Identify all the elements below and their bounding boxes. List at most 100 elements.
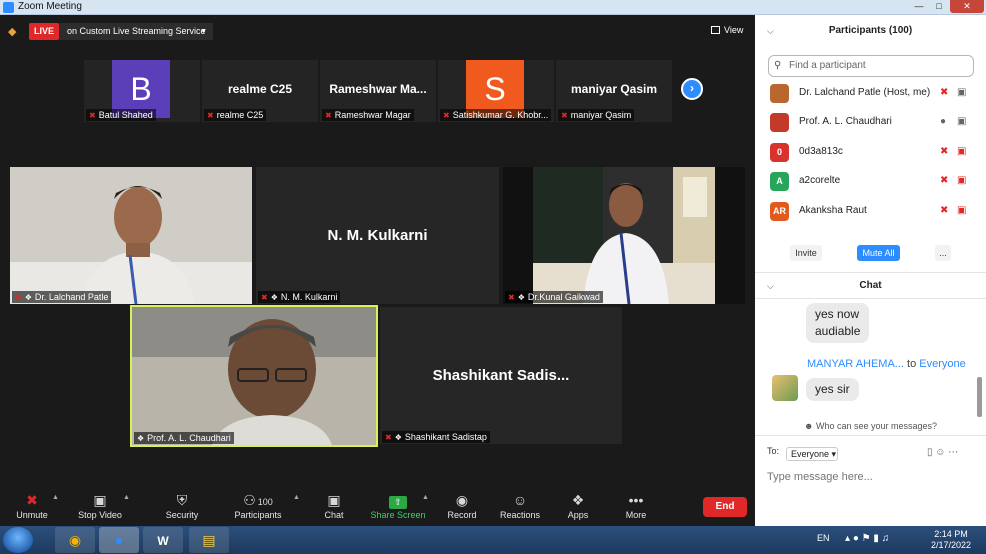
emoji-icon[interactable]: ☺: [935, 447, 945, 458]
taskbar-chrome[interactable]: ◉: [55, 527, 95, 553]
filmstrip-tile[interactable]: realme C25 ✖ realme C25: [202, 60, 318, 122]
chat-message-line: yes now: [815, 307, 860, 321]
taskbar-word[interactable]: W: [143, 527, 183, 553]
mic-muted-icon[interactable]: ✖: [940, 175, 948, 186]
share-screen-button[interactable]: ⇧ Share Screen: [368, 490, 428, 520]
video-options-caret-icon[interactable]: ▲: [123, 494, 130, 501]
video-tile[interactable]: ✖ ❖ Dr. Lalchand Patle: [10, 167, 252, 304]
flag-icon[interactable]: ⚑: [862, 533, 871, 544]
avatar: A: [770, 172, 789, 191]
filmstrip-tile[interactable]: Rameshwar Ma... ✖ Rameshwar Magar: [320, 60, 436, 122]
participants-icon: ⚇ 100: [243, 492, 273, 508]
chat-to-word: to: [907, 358, 917, 370]
chat-scrollbar[interactable]: [977, 377, 982, 417]
tray-up-icon[interactable]: ▴: [845, 533, 850, 544]
taskbar-explorer[interactable]: ▤: [189, 527, 229, 553]
file-icon[interactable]: ▯: [927, 447, 933, 458]
participant-row[interactable]: 0 0d3a813c ✖ ▣: [755, 139, 986, 167]
filmstrip-tile[interactable]: S ✖ Satishkumar G. Khobr...: [438, 60, 554, 122]
video-on-icon[interactable]: ▣: [957, 87, 966, 98]
chat-tools: ▯ ☺ ⋯: [927, 447, 958, 458]
encryption-shield-icon[interactable]: ◆: [8, 25, 19, 38]
participant-label: ✖ ❖ Dr.Kunal Gaikwad: [505, 291, 603, 303]
mic-muted-icon[interactable]: ✖: [940, 87, 948, 98]
participant-row[interactable]: Dr. Lalchand Patle (Host, me) ✖ ▣: [755, 80, 986, 108]
filmstrip-tile[interactable]: maniyar Qasim ✖ maniyar Qasim: [556, 60, 672, 122]
participant-label: ✖ ❖ Shashikant Sadistap: [382, 431, 490, 443]
minimize-button[interactable]: —: [910, 0, 928, 13]
video-tile[interactable]: ✖ ❖ Dr.Kunal Gaikwad: [503, 167, 745, 304]
language-indicator[interactable]: EN: [817, 533, 830, 543]
participant-row[interactable]: Prof. A. L. Chaudhari ● ▣: [755, 109, 986, 137]
maximize-button[interactable]: □: [930, 0, 948, 13]
zoom-icon: ●: [114, 532, 124, 548]
video-frame-drawing: [10, 167, 252, 304]
end-meeting-button[interactable]: End: [703, 497, 747, 517]
chat-message-line: audiable: [815, 324, 861, 338]
security-button[interactable]: ⛨ Security: [152, 490, 212, 520]
participants-options-caret-icon[interactable]: ▲: [293, 494, 300, 501]
start-button[interactable]: [3, 527, 33, 553]
participant-label: ❖ Prof. A. L. Chaudhari: [134, 432, 234, 444]
audio-options-caret-icon[interactable]: ▲: [52, 494, 59, 501]
participant-search-input[interactable]: ⚲ Find a participant: [768, 55, 974, 77]
participant-label: ✖ Rameshwar Magar: [322, 109, 414, 121]
video-tile-active-speaker[interactable]: ❖ Prof. A. L. Chaudhari: [130, 305, 378, 447]
video-off-icon[interactable]: ▣: [957, 205, 966, 216]
share-options-caret-icon[interactable]: ▲: [422, 494, 429, 501]
chat-sender-name[interactable]: MANYAR AHEMA...: [807, 358, 904, 370]
mic-on-icon[interactable]: ●: [940, 116, 946, 127]
battery-icon[interactable]: ▮: [873, 533, 879, 544]
mic-muted-icon: ✖: [89, 111, 96, 120]
chrome-icon: ◉: [68, 532, 82, 548]
participant-row[interactable]: A a2corelte ✖ ▣: [755, 168, 986, 196]
chat-message-input[interactable]: [767, 469, 972, 485]
collapse-chevron-icon[interactable]: ⌵: [767, 274, 774, 298]
video-off-icon[interactable]: ▣: [957, 146, 966, 157]
reactions-button[interactable]: ☺ Reactions: [490, 490, 550, 520]
chat-button[interactable]: ▣ Chat: [304, 490, 364, 520]
mic-muted-icon[interactable]: ✖: [940, 146, 948, 157]
volume-icon[interactable]: ♫: [882, 533, 890, 544]
filmstrip-tile[interactable]: B ✖ Batul Shahed: [84, 60, 200, 122]
collapse-chevron-icon[interactable]: ⌵: [767, 15, 774, 47]
filmstrip-next-button[interactable]: ›: [681, 78, 703, 100]
invite-button[interactable]: Invite: [790, 245, 822, 261]
video-off-icon[interactable]: ▣: [957, 175, 966, 186]
video-frame-drawing: [132, 307, 376, 445]
participant-row[interactable]: AR Akanksha Raut ✖ ▣: [755, 198, 986, 226]
chat-more-icon[interactable]: ⋯: [948, 447, 958, 458]
close-window-button[interactable]: ✕: [950, 0, 984, 13]
stop-video-button[interactable]: ▣ Stop Video: [70, 490, 130, 520]
chat-message-text: yes sir: [815, 382, 850, 396]
apps-button[interactable]: ❖ Apps: [548, 490, 608, 520]
participants-more-button[interactable]: ...: [935, 245, 951, 261]
chat-bubble-icon: ▣: [327, 492, 341, 508]
participant-name: Shashikant Sadistap: [404, 432, 487, 442]
chevron-right-icon: ›: [690, 81, 694, 95]
live-streaming-service-dropdown[interactable]: on Custom Live Streaming Service ▼: [59, 23, 213, 40]
mute-all-button[interactable]: Mute All: [857, 245, 900, 261]
participant-label: ✖ Satishkumar G. Khobr...: [440, 109, 552, 121]
recipient-select[interactable]: Everyone ▾: [786, 447, 838, 461]
participant-big-name: Rameshwar Ma...: [329, 82, 427, 96]
chat-title: Chat: [859, 280, 882, 291]
avatar: [770, 84, 789, 103]
participant-video: [533, 167, 715, 304]
record-button[interactable]: ◉ Record: [432, 490, 492, 520]
more-button[interactable]: ••• More: [606, 490, 666, 520]
who-can-see-link[interactable]: ☻ Who can see your messages?: [755, 421, 986, 431]
mic-muted-icon[interactable]: ✖: [940, 205, 948, 216]
video-tile[interactable]: Shashikant Sadis... ✖ ❖ Shashikant Sadista…: [380, 307, 622, 444]
view-button[interactable]: View: [711, 23, 743, 38]
taskbar-clock[interactable]: 2:14 PM 2/17/2022: [927, 529, 975, 551]
taskbar-zoom[interactable]: ●: [99, 527, 139, 553]
zoom-tray-icon[interactable]: ●: [853, 533, 859, 544]
avatar: [770, 113, 789, 132]
participants-button[interactable]: ⚇ 100 Participants: [228, 490, 288, 520]
video-on-icon[interactable]: ▣: [957, 116, 966, 127]
video-tile[interactable]: N. M. Kulkarni ✖ ❖ N. M. Kulkarni: [256, 167, 499, 304]
live-badge[interactable]: LIVE: [29, 23, 59, 40]
record-icon: ◉: [455, 492, 469, 508]
apps-icon: ❖: [571, 492, 585, 508]
